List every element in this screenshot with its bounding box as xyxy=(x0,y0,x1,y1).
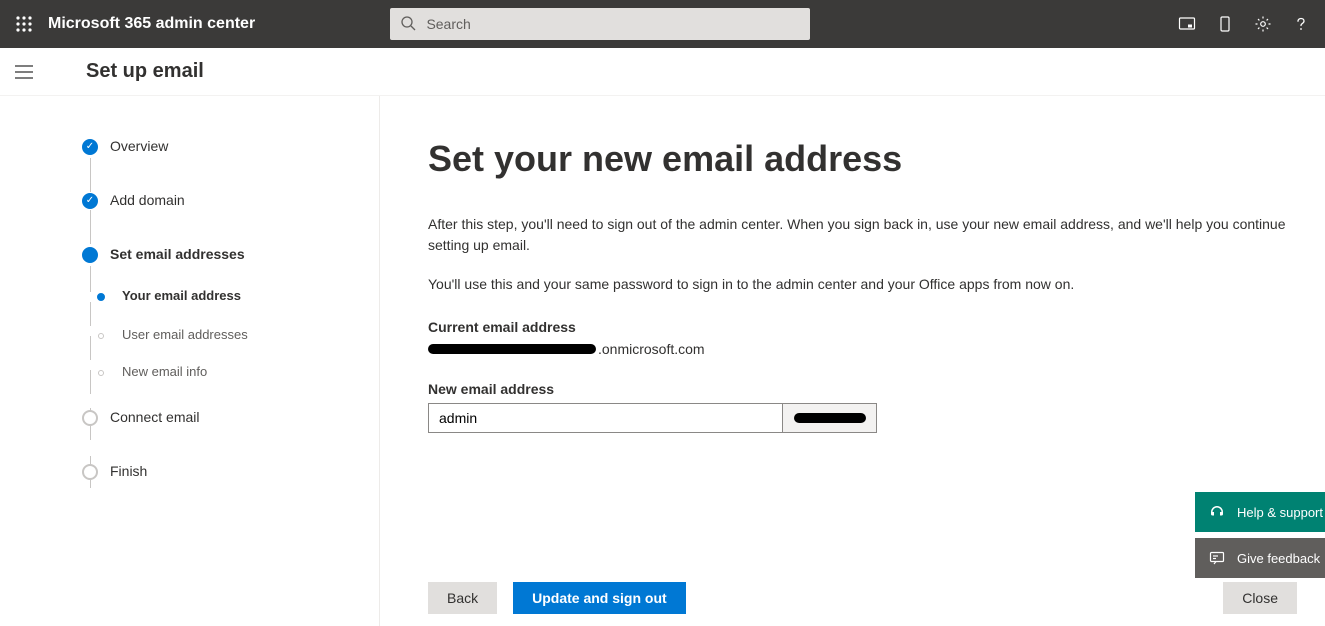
substep-label: User email addresses xyxy=(122,327,248,342)
step-label: Overview xyxy=(110,138,168,154)
content-area: Set your new email address After this st… xyxy=(380,96,1325,626)
settings-icon[interactable] xyxy=(1247,8,1279,40)
give-feedback-label: Give feedback xyxy=(1237,551,1320,566)
step-label: Set email addresses xyxy=(110,246,245,262)
back-button[interactable]: Back xyxy=(428,582,497,614)
search-input[interactable] xyxy=(390,8,810,40)
substep-label: Your email address xyxy=(122,288,241,303)
give-feedback-button[interactable]: Give feedback xyxy=(1195,538,1325,578)
mobile-icon[interactable] xyxy=(1209,8,1241,40)
page-title: Set up email xyxy=(86,60,204,83)
help-icon[interactable] xyxy=(1285,8,1317,40)
step-label: Finish xyxy=(110,463,147,479)
new-email-label: New email address xyxy=(428,381,1295,397)
content-paragraph: After this step, you'll need to sign out… xyxy=(428,214,1295,256)
pending-step-icon xyxy=(82,464,98,480)
new-email-input[interactable] xyxy=(428,403,783,433)
update-sign-out-button[interactable]: Update and sign out xyxy=(513,582,686,614)
global-header: Microsoft 365 admin center xyxy=(0,0,1325,48)
substep-dot-icon xyxy=(98,370,104,376)
search-icon xyxy=(400,15,416,34)
step-set-email-addresses[interactable]: Set email addresses xyxy=(82,246,379,262)
header-title: Microsoft 365 admin center xyxy=(48,15,255,33)
substep-label: New email info xyxy=(122,364,207,379)
search-container xyxy=(390,8,810,40)
step-label: Connect email xyxy=(110,409,200,425)
help-support-button[interactable]: Help & support xyxy=(1195,492,1325,532)
app-launcher-icon[interactable] xyxy=(8,8,40,40)
content-paragraph: You'll use this and your same password t… xyxy=(428,274,1295,295)
pending-step-icon xyxy=(82,410,98,426)
progress-line xyxy=(90,302,91,326)
step-add-domain[interactable]: Add domain xyxy=(82,192,379,208)
progress-line xyxy=(90,210,91,244)
help-support-label: Help & support xyxy=(1237,505,1323,520)
headset-icon xyxy=(1209,504,1225,520)
close-button[interactable]: Close xyxy=(1223,582,1297,614)
current-email-label: Current email address xyxy=(428,319,1295,335)
substep-your-email[interactable]: Your email address xyxy=(82,288,379,303)
menu-toggle-icon[interactable] xyxy=(12,60,36,84)
step-finish[interactable]: Finish xyxy=(82,463,379,479)
step-connect-email[interactable]: Connect email xyxy=(82,409,379,425)
redacted-text xyxy=(794,413,866,423)
current-step-icon xyxy=(82,247,98,263)
substep-dot-icon xyxy=(97,293,105,301)
progress-line xyxy=(90,158,91,192)
step-label: Add domain xyxy=(110,192,185,208)
main-region: Overview Add domain Set email addresses … xyxy=(0,96,1325,626)
new-email-row xyxy=(428,403,1295,433)
current-email-value: .onmicrosoft.com xyxy=(428,341,1295,357)
substep-dot-icon xyxy=(98,333,104,339)
feedback-icon xyxy=(1209,550,1225,566)
floating-actions: Help & support Give feedback xyxy=(1195,492,1325,578)
progress-sidebar: Overview Add domain Set email addresses … xyxy=(0,96,380,626)
substep-user-emails[interactable]: User email addresses xyxy=(82,327,379,342)
new-email-domain-display xyxy=(783,403,877,433)
header-icons xyxy=(1171,8,1317,40)
display-icon[interactable] xyxy=(1171,8,1203,40)
content-title: Set your new email address xyxy=(428,138,1295,180)
check-icon xyxy=(82,139,98,155)
footer-buttons: Back Update and sign out Close xyxy=(428,582,1325,614)
substep-new-email-info[interactable]: New email info xyxy=(82,364,379,379)
check-icon xyxy=(82,193,98,209)
redacted-text xyxy=(428,344,596,354)
step-overview[interactable]: Overview xyxy=(82,138,379,154)
current-email-suffix: .onmicrosoft.com xyxy=(598,341,705,357)
subheader: Set up email xyxy=(0,48,1325,96)
